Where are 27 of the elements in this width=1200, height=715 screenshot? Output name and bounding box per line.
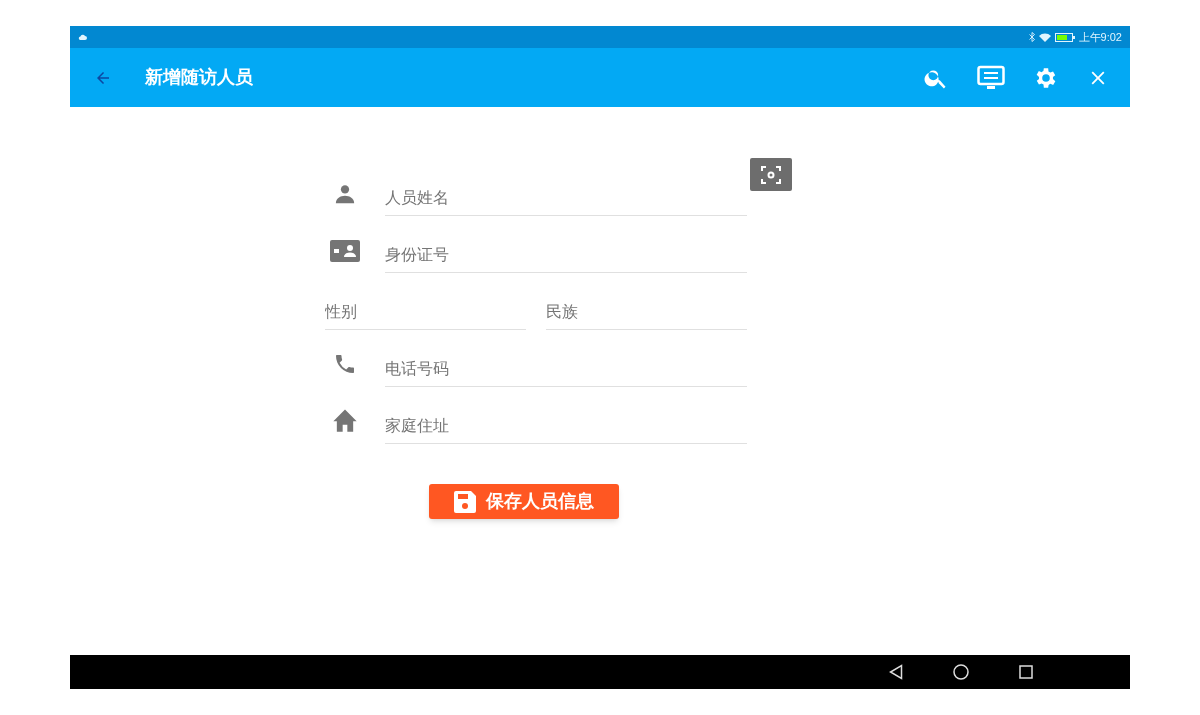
recents-nav-button[interactable] bbox=[1019, 665, 1033, 679]
text-field[interactable]: 人员姓名 bbox=[385, 180, 747, 216]
text-field[interactable]: 电话号码 bbox=[385, 351, 747, 387]
bluetooth-icon bbox=[1028, 32, 1035, 42]
monitor-list-icon bbox=[977, 64, 1005, 91]
person-icon bbox=[334, 183, 356, 205]
save-button[interactable]: 保存人员信息 bbox=[429, 484, 619, 519]
square-icon bbox=[1019, 665, 1033, 679]
triangle-icon bbox=[889, 664, 903, 680]
scan-button[interactable] bbox=[750, 158, 792, 191]
page-title: 新增随访人员 bbox=[145, 66, 253, 89]
house-icon bbox=[331, 407, 359, 433]
status-time: 上午9:02 bbox=[1078, 29, 1122, 45]
text-field[interactable]: 性别 bbox=[325, 294, 526, 330]
home-nav-button[interactable] bbox=[953, 664, 969, 680]
text-field[interactable]: 民族 bbox=[546, 294, 747, 330]
wifi-icon bbox=[1038, 32, 1051, 42]
text-field[interactable]: 家庭住址 bbox=[385, 408, 747, 444]
battery-icon bbox=[1054, 32, 1075, 42]
cloud-icon bbox=[78, 34, 87, 40]
text-field[interactable]: 身份证号 bbox=[385, 237, 747, 273]
scan-icon bbox=[761, 164, 781, 185]
id-card-icon bbox=[330, 240, 360, 262]
phone-icon bbox=[333, 352, 357, 376]
back-nav-button[interactable] bbox=[889, 664, 903, 680]
list-button[interactable] bbox=[977, 64, 1005, 91]
circle-icon bbox=[953, 664, 969, 680]
